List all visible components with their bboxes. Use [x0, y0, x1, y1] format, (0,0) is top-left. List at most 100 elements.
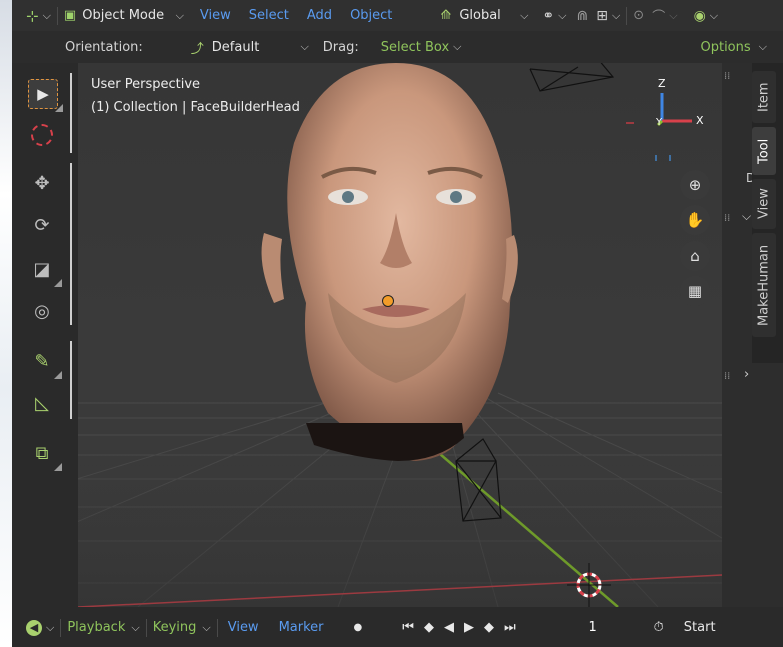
- tool-header: Orientation: ⤴ Default ⌵ Drag: Select Bo…: [12, 31, 783, 63]
- mode-label: Object Mode: [82, 8, 165, 23]
- jump-start-button[interactable]: ⏮: [402, 620, 414, 635]
- jump-end-button[interactable]: ⏭: [504, 620, 516, 635]
- background-window-strip: [0, 0, 12, 647]
- keying-label: Keying: [152, 620, 197, 635]
- orientation-label: Orientation:: [65, 39, 143, 55]
- play-reverse-button[interactable]: ◀: [444, 620, 454, 635]
- tab-makehuman[interactable]: MakeHuman: [752, 233, 776, 337]
- next-keyframe-button[interactable]: ◆: [484, 620, 494, 635]
- editor-type-selector[interactable]: ⊹ ⌵: [26, 7, 51, 25]
- clock-editor-icon: ◀: [26, 619, 42, 636]
- move-arrows-icon: ✥: [34, 172, 50, 194]
- cursor-tool[interactable]: [28, 121, 56, 149]
- add-cube-icon: ⧉: [35, 442, 49, 464]
- gizmo-x-label[interactable]: X: [696, 114, 704, 127]
- zoom-magnifier-icon: ⊕: [688, 176, 702, 194]
- drag-value: Select Box: [380, 39, 450, 55]
- gizmo-orientation-icon: ⤴: [190, 41, 204, 57]
- timeline-view-menu[interactable]: View: [228, 620, 259, 635]
- pivot-link-icon: ⚭: [542, 7, 555, 24]
- panel-collapse-chevron-icon[interactable]: ⌵: [742, 209, 751, 224]
- camera-view-button[interactable]: ⌂: [680, 241, 710, 271]
- tool-shelf: ▶ ✥ ⟳ ◪ ◎ ✎ ◺ ⧉: [12, 63, 78, 607]
- tab-view[interactable]: View: [752, 179, 776, 229]
- viewport-scene: [78, 63, 722, 607]
- hand-pan-icon: ✋: [685, 211, 705, 229]
- scale-icon: ◪: [33, 258, 51, 280]
- start-frame-label[interactable]: Start: [684, 620, 716, 635]
- proportional-falloff-dropdown[interactable]: ⌒ ⌵: [652, 6, 677, 26]
- marker-menu[interactable]: Marker: [279, 620, 324, 635]
- rotate-icon: ⟳: [34, 214, 50, 236]
- object-mode-icon: ▣: [63, 8, 77, 23]
- transform-icon: ◎: [34, 300, 50, 322]
- perspective-toggle-button[interactable]: ▦: [680, 276, 710, 306]
- falloff-curve-icon: ⌒: [652, 10, 666, 25]
- annotate-pencil-icon: ✎: [34, 350, 50, 372]
- menu-add[interactable]: Add: [307, 8, 332, 23]
- snap-grid-icon: ⊞: [596, 7, 608, 24]
- pivot-point-dropdown[interactable]: ⚭ ⌵: [542, 8, 566, 24]
- annotate-tool[interactable]: ✎: [28, 347, 62, 379]
- measure-tool[interactable]: ◺: [28, 389, 56, 417]
- orientation-global-label: Global: [459, 8, 501, 23]
- transform-orientation-dropdown[interactable]: ⟰ Global ⌵: [440, 8, 528, 23]
- options-label: Options: [700, 39, 751, 55]
- rotate-tool[interactable]: ⟳: [28, 211, 56, 239]
- menu-object[interactable]: Object: [350, 8, 392, 23]
- select-box-tool[interactable]: ▶: [28, 79, 63, 112]
- region-drag-handle-bottom[interactable]: ⁞⁞: [724, 371, 730, 382]
- scale-tool[interactable]: ◪: [28, 255, 62, 287]
- timeline-editor-selector[interactable]: ◀ ⌵: [26, 619, 54, 636]
- transform-tool[interactable]: ◎: [28, 297, 56, 325]
- region-drag-handle-mid[interactable]: ⁞⁞: [724, 213, 730, 224]
- proportional-edit-icon: ⊙: [633, 8, 645, 23]
- mode-dropdown[interactable]: ▣ Object Mode ⌵: [64, 8, 188, 23]
- zoom-button[interactable]: ⊕: [680, 170, 710, 200]
- editor-3d-viewport-icon: ⊹: [26, 6, 39, 25]
- play-button[interactable]: ▶: [464, 620, 474, 635]
- move-tool[interactable]: ✥: [28, 169, 56, 197]
- eye-visibility-icon: ◉: [693, 7, 706, 24]
- gizmo-z-label[interactable]: Z: [658, 77, 666, 90]
- playback-menu[interactable]: Playback ⌵: [67, 620, 139, 635]
- grid-perspective-icon: ▦: [687, 282, 703, 300]
- drag-dropdown[interactable]: Select Box ⌵: [381, 40, 462, 55]
- collection-info-label: (1) Collection | FaceBuilderHead: [91, 100, 300, 115]
- 3d-viewport[interactable]: User Perspective (1) Collection | FaceBu…: [78, 63, 722, 607]
- snap-magnet-icon: ⋒: [576, 7, 589, 24]
- cursor-select-icon: ▶: [37, 85, 49, 103]
- camera-icon: ⌂: [690, 247, 700, 265]
- prev-keyframe-button[interactable]: ◆: [424, 620, 434, 635]
- snap-settings-dropdown[interactable]: ⊞ ⌵: [596, 8, 620, 24]
- expand-chevron-icon[interactable]: ›: [744, 367, 749, 382]
- orientation-dropdown[interactable]: ⤴ Default ⌵: [191, 38, 309, 57]
- axes-orientation-icon: ⟰: [440, 8, 452, 23]
- add-cube-tool[interactable]: ⧉: [28, 439, 62, 471]
- record-keyframe-button[interactable]: ●: [354, 622, 363, 633]
- orientation-value: Default: [211, 39, 260, 55]
- tab-item[interactable]: Item: [752, 71, 776, 123]
- pan-button[interactable]: ✋: [680, 205, 710, 235]
- timeline-header: ◀ ⌵ Playback ⌵ Keying ⌵ View Marker ● ⏮ …: [12, 608, 783, 647]
- keying-menu[interactable]: Keying ⌵: [153, 620, 211, 635]
- tab-tool[interactable]: Tool: [752, 127, 776, 175]
- view-name-label: User Perspective: [91, 77, 201, 92]
- playback-label: Playback: [67, 620, 126, 635]
- snap-toggle[interactable]: ⋒: [576, 8, 588, 24]
- gizmo-y-label[interactable]: Y: [656, 117, 662, 128]
- sidebar-tabs: Item Tool View MakeHuman: [752, 63, 783, 363]
- 3d-cursor-icon: [31, 124, 53, 146]
- menu-select[interactable]: Select: [249, 8, 289, 23]
- region-drag-handle-top[interactable]: ⁞⁞: [724, 71, 730, 82]
- viewport-header: ⊹ ⌵ ▣ Object Mode ⌵ View Select Add Obje…: [12, 0, 783, 31]
- camera-wireframe-top: [529, 63, 615, 92]
- options-dropdown[interactable]: Options ⌵: [700, 40, 767, 55]
- proportional-edit-toggle[interactable]: ⊙: [633, 8, 644, 23]
- drag-label: Drag:: [322, 39, 359, 55]
- frame-rate-clock-icon[interactable]: ⏱: [654, 620, 664, 635]
- menu-view[interactable]: View: [200, 8, 231, 23]
- visibility-dropdown[interactable]: ◉ ⌵: [694, 8, 719, 24]
- measure-ruler-icon: ◺: [35, 392, 49, 414]
- current-frame-field[interactable]: 1: [537, 620, 648, 635]
